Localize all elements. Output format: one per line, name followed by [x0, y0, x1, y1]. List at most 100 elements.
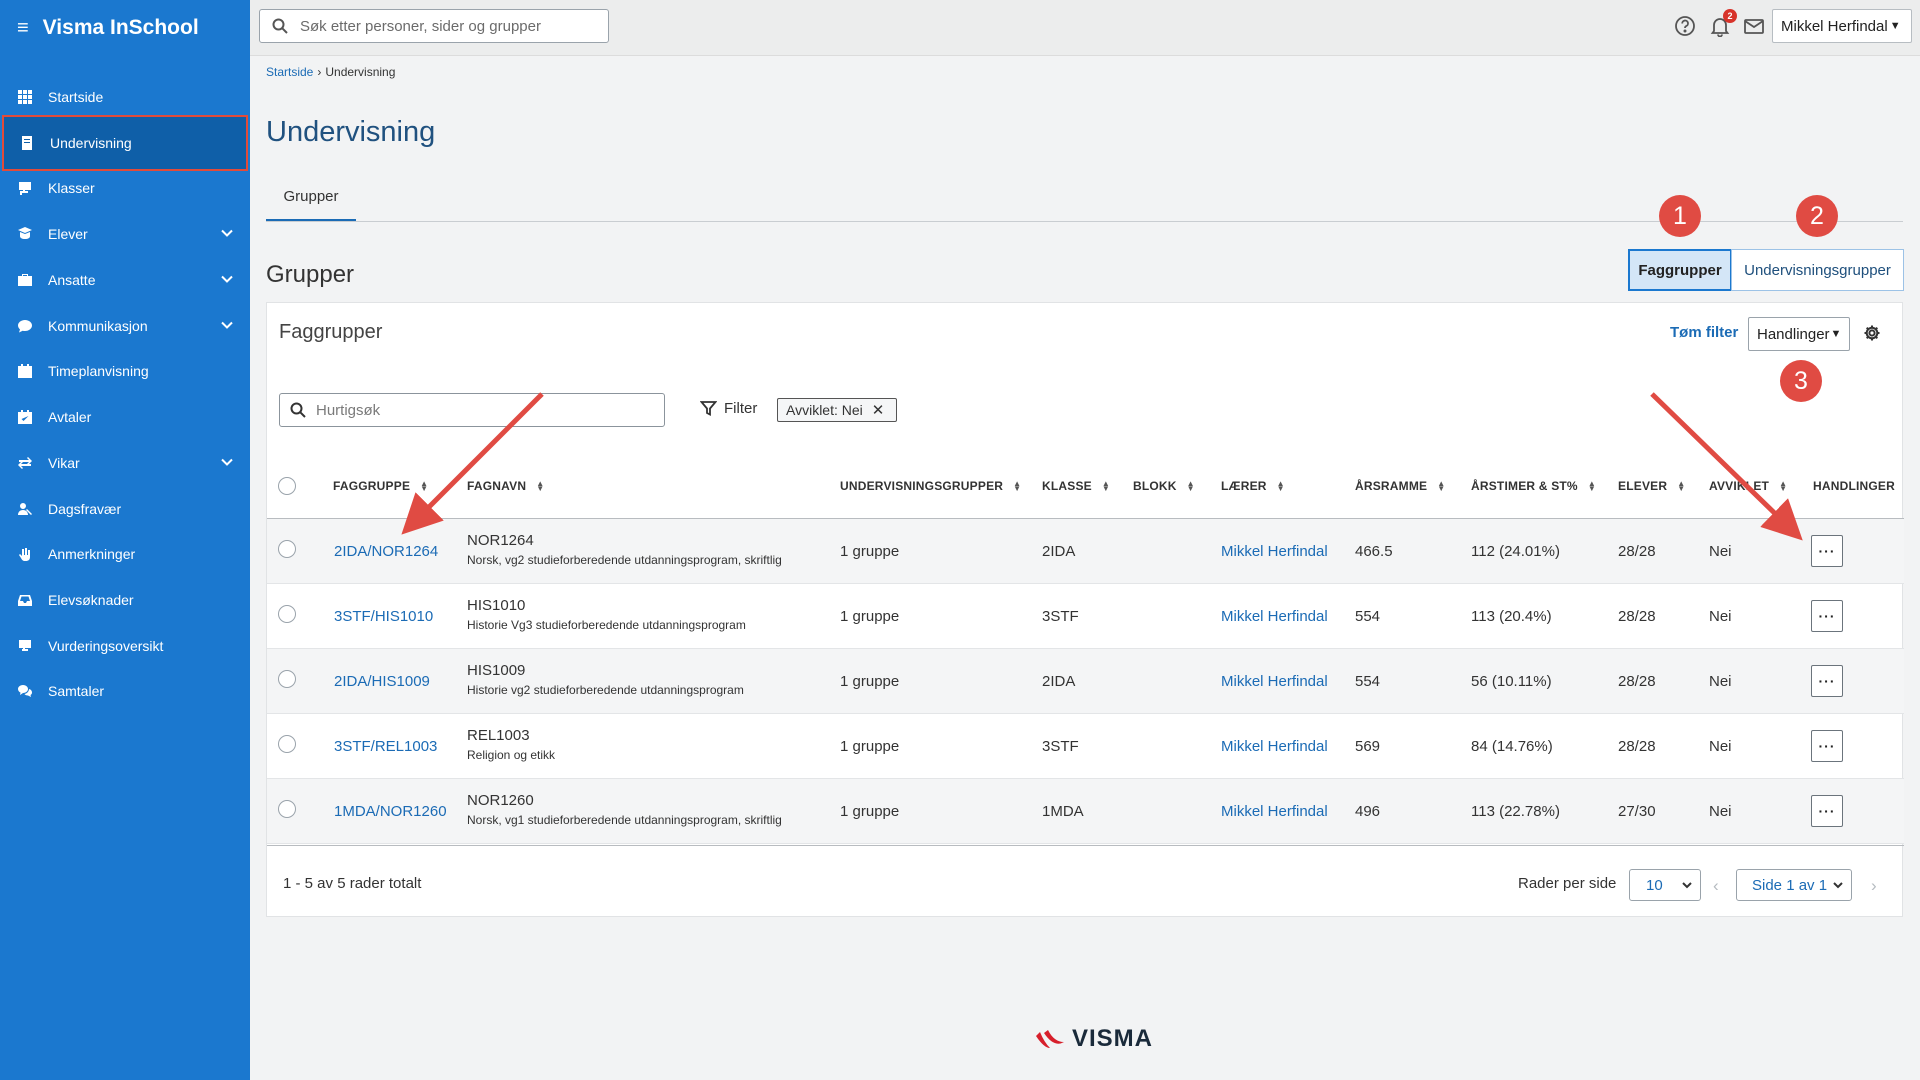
page-select[interactable]: Side 1 av 1	[1736, 869, 1852, 901]
column-header-4[interactable]: KLASSE ▲ ▼	[1042, 479, 1110, 493]
chevron-down-icon[interactable]	[220, 318, 234, 335]
filter-button[interactable]: Filter	[700, 400, 757, 417]
section-title: Grupper	[266, 261, 355, 288]
sidebar-item-label: Startside	[48, 89, 104, 105]
klasse-cell: 2IDA	[1042, 543, 1076, 560]
hamburger-menu-icon[interactable]: ≡	[17, 17, 29, 40]
column-header-10[interactable]: AVVIKLET ▲ ▼	[1709, 479, 1787, 493]
column-header-9[interactable]: ELEVER ▲ ▼	[1618, 479, 1685, 493]
sort-icon[interactable]: ▲ ▼	[420, 480, 428, 493]
faggruppe-link[interactable]: 3STF/HIS1010	[334, 608, 433, 625]
actions-dropdown-button[interactable]: Handlinger ▼	[1748, 317, 1850, 351]
row-checkbox[interactable]	[278, 605, 296, 623]
breadcrumb-current: Undervisning	[325, 65, 396, 79]
sort-icon[interactable]: ▲ ▼	[1187, 480, 1195, 493]
row-actions-button[interactable]: ···	[1811, 600, 1843, 632]
inbox-icon	[17, 592, 33, 608]
chevron-down-icon[interactable]	[220, 272, 234, 289]
faggruppe-link[interactable]: 1MDA/NOR1260	[334, 803, 447, 820]
fagnavn: Norsk, vg2 studieforberedende utdannings…	[467, 553, 782, 567]
column-header-11: HANDLINGER	[1813, 479, 1895, 493]
row-checkbox[interactable]	[278, 670, 296, 688]
previous-page-icon[interactable]: ‹	[1713, 876, 1719, 896]
hand-icon	[17, 546, 33, 562]
rows-per-page-select[interactable]: 10	[1629, 869, 1701, 901]
laerer-link[interactable]: Mikkel Herfindal	[1221, 608, 1328, 625]
quick-search-input[interactable]: Hurtigsøk	[279, 393, 665, 427]
row-checkbox[interactable]	[278, 540, 296, 558]
faggrupper-panel: Faggrupper Tøm filter Handlinger ▼ 3 Hur…	[266, 302, 1904, 917]
fagnavn-cell: HIS1009 Historie vg2 studieforberedende u…	[467, 662, 744, 697]
select-all-checkbox[interactable]	[278, 477, 296, 495]
undervisningsgrupper-cell: 1 gruppe	[840, 803, 900, 820]
faggruppe-link[interactable]: 3STF/REL1003	[334, 738, 437, 755]
sort-icon[interactable]: ▲ ▼	[536, 480, 544, 493]
breadcrumb-home[interactable]: Startside	[266, 65, 313, 79]
faggruppe-link[interactable]: 2IDA/HIS1009	[334, 673, 430, 690]
row-actions-button[interactable]: ···	[1811, 665, 1843, 697]
row-actions-button[interactable]: ···	[1811, 795, 1843, 827]
faggruppe-link[interactable]: 2IDA/NOR1264	[334, 543, 438, 560]
fagnavn: Religion og etikk	[467, 748, 556, 762]
laerer-link[interactable]: Mikkel Herfindal	[1221, 543, 1328, 560]
row-actions-button[interactable]: ···	[1811, 535, 1843, 567]
faggrupper-toggle-button[interactable]: Faggrupper	[1628, 249, 1732, 291]
fagnavn: Historie Vg3 studieforberedende utdannin…	[467, 618, 746, 632]
user-menu-button[interactable]: Mikkel Herfindal ▼	[1772, 9, 1912, 43]
sidebar-item-label: Ansatte	[48, 272, 96, 288]
rows-per-page-value: 10	[1646, 876, 1663, 894]
column-header-6[interactable]: LÆRER ▲ ▼	[1221, 479, 1285, 493]
gear-icon[interactable]	[1863, 324, 1881, 347]
sidebar-item-label: Elever	[48, 226, 88, 242]
row-checkbox[interactable]	[278, 735, 296, 753]
filter-label: Filter	[724, 400, 758, 417]
annotation-badge-1: 1	[1659, 195, 1701, 237]
app-brand[interactable]: ≡ Visma InSchool	[0, 0, 250, 56]
sort-icon[interactable]: ▲ ▼	[1677, 480, 1685, 493]
chevron-down-icon[interactable]	[220, 455, 234, 472]
sort-icon[interactable]: ▲ ▼	[1779, 480, 1787, 493]
sidebar-item-samtaler[interactable]: Samtaler	[0, 663, 250, 719]
chevron-down-icon[interactable]	[220, 226, 234, 243]
fagkode: HIS1009	[467, 662, 526, 679]
sidebar: ≡ Visma InSchool Startside Undervisning Kl…	[0, 0, 250, 1080]
global-search-placeholder: Søk etter personer, sider og grupper	[300, 17, 541, 35]
avviklet-cell: Nei	[1709, 738, 1732, 755]
quick-search-placeholder: Hurtigsøk	[316, 401, 381, 419]
sort-icon[interactable]: ▲ ▼	[1437, 480, 1445, 493]
clear-filter-link[interactable]: Tøm filter	[1670, 324, 1738, 341]
close-icon[interactable]: ✕	[872, 401, 885, 419]
undervisningsgrupper-toggle-button[interactable]: Undervisningsgrupper	[1731, 249, 1904, 291]
row-checkbox[interactable]	[278, 800, 296, 818]
filter-chip-label: Avviklet: Nei	[786, 402, 863, 418]
next-page-icon[interactable]: ›	[1871, 876, 1877, 896]
tab-grupper[interactable]: Grupper	[266, 186, 356, 222]
global-search-input[interactable]: Søk etter personer, sider og grupper	[259, 9, 609, 43]
sidebar-item-label: Avtaler	[48, 409, 92, 425]
fagnavn: Norsk, vg1 studieforberedende utdannings…	[467, 813, 782, 827]
fagkode: NOR1260	[467, 792, 534, 809]
column-header-label: AVVIKLET	[1709, 479, 1770, 493]
avviklet-cell: Nei	[1709, 543, 1732, 560]
sort-icon[interactable]: ▲ ▼	[1102, 480, 1110, 493]
column-header-5[interactable]: BLOKK ▲ ▼	[1133, 479, 1195, 493]
mail-icon[interactable]	[1743, 15, 1767, 39]
undervisningsgrupper-cell: 1 gruppe	[840, 543, 900, 560]
arsramme-cell: 554	[1355, 673, 1381, 690]
column-header-2[interactable]: FAGNAVN ▲ ▼	[467, 479, 544, 493]
laerer-link[interactable]: Mikkel Herfindal	[1221, 803, 1328, 820]
laerer-link[interactable]: Mikkel Herfindal	[1221, 673, 1328, 690]
top-header: Søk etter personer, sider og grupper 2 M…	[250, 0, 1920, 56]
sort-icon[interactable]: ▲ ▼	[1277, 480, 1285, 493]
column-header-3[interactable]: UNDERVISNINGSGRUPPER ▲ ▼	[840, 479, 1021, 493]
notification-bell-icon[interactable]: 2	[1709, 9, 1737, 39]
column-header-7[interactable]: ÅRSRAMME ▲ ▼	[1355, 479, 1445, 493]
row-actions-button[interactable]: ···	[1811, 730, 1843, 762]
help-icon[interactable]	[1674, 15, 1698, 39]
sort-icon[interactable]: ▲ ▼	[1013, 480, 1021, 493]
column-header-8[interactable]: ÅRSTIMER & ST% ▲ ▼	[1471, 479, 1596, 493]
sort-icon[interactable]: ▲ ▼	[1588, 480, 1596, 493]
column-header-1[interactable]: FAGGRUPPE ▲ ▼	[333, 479, 428, 493]
laerer-link[interactable]: Mikkel Herfindal	[1221, 738, 1328, 755]
fagnavn-cell: REL1003 Religion og etikk	[467, 727, 555, 762]
